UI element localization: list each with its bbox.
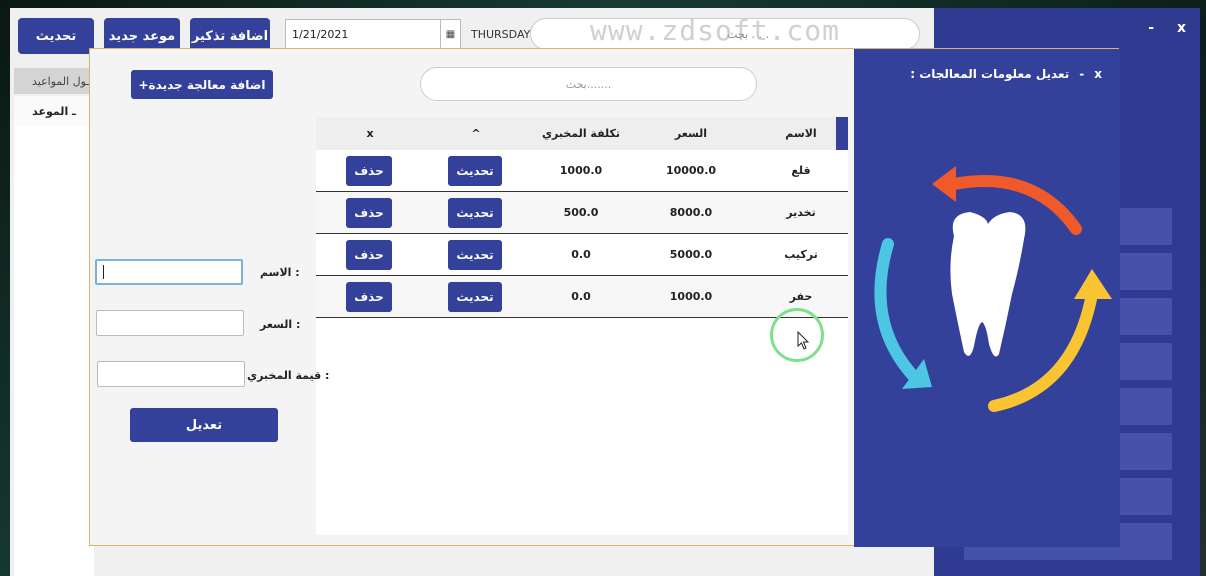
sort-indicator-icon [836,117,848,150]
update-row-button[interactable]: تحديث [448,282,502,312]
treatments-table: الاسم السعر تكلفة المخبري ^ x قلع 10000.… [316,117,848,535]
update-row-button[interactable]: تحديث [448,240,502,270]
column-header-price[interactable]: السعر [651,117,731,150]
cell-price: 5000.0 [669,248,713,261]
tooth-cycle-icon [874,166,1112,412]
text-caret [103,265,104,279]
dialog-minimize-button[interactable]: - [1079,67,1084,81]
cell-name: تركيب [784,248,818,261]
mouse-cursor-icon [797,331,810,350]
date-picker[interactable]: 1/21/2021 ▦ [285,19,461,49]
day-label: THURSDAY [471,28,531,41]
delete-row-button[interactable]: حذف [346,282,392,312]
delete-row-button[interactable]: حذف [346,240,392,270]
price-label: السعر : [260,318,301,331]
tab-appointments[interactable]: ـول المواعيد [14,68,94,94]
cell-name: تخدير [786,206,816,219]
watermark: www.zdsoft.com [590,14,841,47]
treatment-search-input[interactable]: بحث....... [420,67,757,101]
date-value: 1/21/2021 [292,27,349,41]
sidebar-close-button[interactable]: x [1177,20,1186,36]
lab-cost-label: قيمة المخبري : [247,369,330,382]
table-row: تخدير 8000.0 500.0 تحديث حذف [316,192,848,234]
calendar-icon[interactable]: ▦ [440,20,460,48]
edit-treatments-dialog: +اضافة معالجة جديدة بحث....... الاسم الس… [89,48,1120,547]
cell-price: 8000.0 [669,206,713,219]
cell-name: قلع [791,164,811,177]
table-row: قلع 10000.0 1000.0 تحديث حذف [316,150,848,192]
dialog-illustration-panel: x - تعديل معلومات المعالجات : [854,49,1120,547]
cell-price: 1000.0 [669,290,713,303]
column-header-lab-cost[interactable]: تكلفة المخبري [536,117,626,150]
cell-lab-cost: 500.0 [563,206,599,219]
dialog-title-bar: x - تعديل معلومات المعالجات : [910,67,1102,81]
delete-row-button[interactable]: حذف [346,156,392,186]
sidebar-minimize-button[interactable]: - [1148,20,1154,36]
cell-lab-cost: 0.0 [571,290,591,303]
dialog-title: تعديل معلومات المعالجات : [910,67,1070,81]
update-row-button[interactable]: تحديث [448,198,502,228]
name-input[interactable] [95,259,243,285]
cell-price: 10000.0 [665,164,717,177]
appointments-list [14,126,94,576]
appointment-column-header: ـ الموعد [14,96,94,126]
table-row: حفر 1000.0 0.0 تحديث حذف [316,276,848,318]
update-row-button[interactable]: تحديث [448,156,502,186]
name-label: الاسم : [260,266,300,279]
refresh-button[interactable]: تحديث [18,18,94,54]
add-treatment-button[interactable]: +اضافة معالجة جديدة [131,70,273,99]
lab-cost-input[interactable] [97,361,245,387]
cell-lab-cost: 0.0 [571,248,591,261]
table-row: تركيب 5000.0 0.0 تحديث حذف [316,234,848,276]
column-header-delete[interactable]: x [346,117,394,150]
edit-submit-button[interactable]: تعديل [130,408,278,442]
price-input[interactable] [96,310,244,336]
column-header-name[interactable]: الاسم [766,117,836,150]
column-header-sort[interactable]: ^ [446,117,506,150]
cell-lab-cost: 1000.0 [559,164,603,177]
sidebar-window-controls: - x [1130,20,1186,36]
table-header: الاسم السعر تكلفة المخبري ^ x [316,117,848,150]
dialog-close-button[interactable]: x [1094,67,1102,81]
delete-row-button[interactable]: حذف [346,198,392,228]
